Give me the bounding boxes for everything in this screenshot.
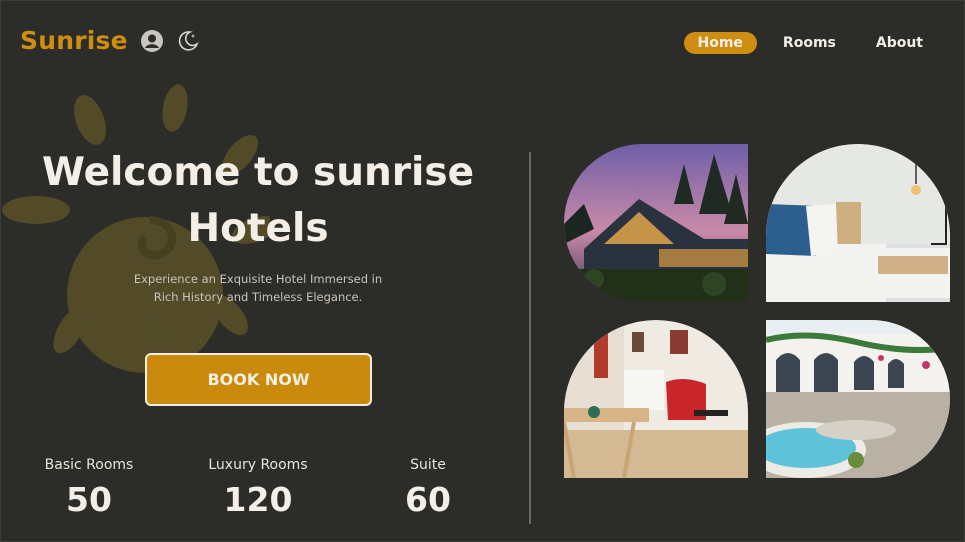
nav-about[interactable]: About bbox=[862, 32, 937, 54]
gallery-image-hotel-exterior[interactable] bbox=[564, 144, 748, 302]
stat-label: Basic Rooms bbox=[44, 457, 134, 473]
brand: Sunrise bbox=[20, 26, 200, 55]
user-circle-icon[interactable] bbox=[140, 29, 164, 53]
nav-home[interactable]: Home bbox=[683, 32, 757, 54]
brand-logo[interactable]: Sunrise bbox=[20, 26, 128, 55]
stat-value: 120 bbox=[223, 480, 293, 519]
hero-title: Welcome to sunrise Hotels bbox=[18, 145, 498, 257]
stat-basic-rooms: Basic Rooms 50 bbox=[19, 456, 159, 522]
stat-suite: Suite 60 bbox=[358, 456, 498, 522]
section-divider bbox=[529, 152, 531, 524]
book-now-button[interactable]: BOOK NOW bbox=[145, 353, 372, 406]
stat-label: Suite bbox=[410, 457, 446, 473]
hero-subtitle: Experience an Exquisite Hotel Immersed i… bbox=[118, 270, 398, 306]
main-nav: Home Rooms About bbox=[683, 32, 938, 54]
hero-title-line2: Hotels bbox=[187, 206, 329, 251]
hero-title-line1: Welcome to sunrise bbox=[41, 150, 475, 195]
gallery-image-bedroom[interactable] bbox=[766, 144, 950, 302]
gallery-image-living-room[interactable] bbox=[564, 320, 748, 478]
nav-rooms[interactable]: Rooms bbox=[769, 32, 850, 54]
hero-subtitle-line1: Experience an Exquisite Hotel Immersed i… bbox=[133, 272, 383, 286]
hero-subtitle-line2: Rich History and Timeless Elegance. bbox=[153, 290, 363, 304]
stat-luxury-rooms: Luxury Rooms 120 bbox=[188, 456, 328, 522]
moon-icon[interactable] bbox=[176, 29, 200, 53]
stat-value: 50 bbox=[66, 480, 112, 519]
stat-value: 60 bbox=[405, 480, 451, 519]
stat-label: Luxury Rooms bbox=[208, 457, 308, 473]
gallery-image-courtyard-pool[interactable] bbox=[766, 320, 950, 478]
